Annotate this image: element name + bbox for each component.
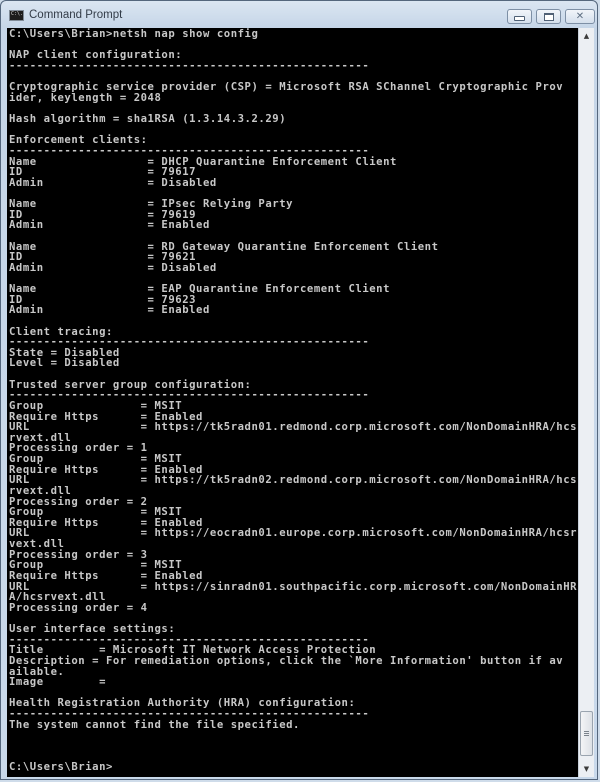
window-title: Command Prompt [29,9,123,21]
title-bar[interactable]: C:\. Command Prompt ✕ [1,1,597,28]
console-line: Hash algorithm = sha1RSA (1.3.14.3.2.29) [9,113,287,125]
console-line: Require Https = Enabled [9,569,203,582]
console-line: Group = MSIT [9,399,183,412]
console-line: URL = https://tk5radn01.redmond.corp.mic… [9,421,578,434]
console-line: Level = Disabled [9,357,120,370]
vertical-scrollbar[interactable]: ▲ ▼ [578,28,594,777]
console-line: ider, keylength = 2048 [9,91,162,104]
scroll-up-arrow-icon: ▲ [583,32,590,40]
console-line: C:\Users\Brian> [9,761,113,774]
console-line: Description = For remediation options, c… [9,654,564,667]
minimize-icon [514,16,525,21]
console-line: rvext.dll [9,484,72,497]
maximize-button[interactable] [536,9,561,24]
scroll-down-arrow-icon: ▼ [583,765,590,773]
console-line: ----------------------------------------… [9,59,370,72]
scrollbar-thumb[interactable] [580,711,593,756]
minimize-button[interactable] [507,9,532,24]
scroll-up-button[interactable]: ▲ [579,28,594,44]
console-line: Admin = Disabled [9,176,217,189]
scroll-down-button[interactable]: ▼ [579,761,594,777]
console-text: C:\Users\Brian>netsh nap show config NAP … [7,28,578,773]
console-line: Processing order = 4 [9,601,148,614]
cmd-icon[interactable]: C:\. [9,10,24,21]
command-prompt-window: C:\. Command Prompt ✕ C:\Users\Brian>net… [0,0,598,780]
console-output[interactable]: C:\Users\Brian>netsh nap show config NAP … [7,28,578,777]
console-line: Admin = Enabled [9,304,210,317]
console-line: The system cannot find the file specifie… [9,718,300,731]
console-line: Admin = Enabled [9,219,210,232]
console-line: URL = https://eocradn01.europe.corp.micr… [9,527,578,540]
grip-icon [584,730,589,737]
close-icon: ✕ [575,11,585,22]
console-line: C:\Users\Brian>netsh nap show config [9,28,259,40]
close-button[interactable]: ✕ [565,9,595,24]
console-line: Image = [9,676,106,689]
maximize-icon [543,12,554,21]
console-line: ----------------------------------------… [9,144,370,157]
console-line: URL = https://tk5radn02.redmond.corp.mic… [9,474,578,487]
console-line: Admin = Disabled [9,261,217,274]
